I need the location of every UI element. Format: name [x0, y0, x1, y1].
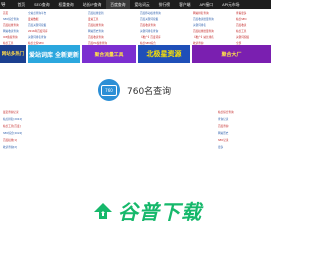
ad-banner[interactable]: 爱站词库 全新更新 [28, 45, 80, 63]
site-name[interactable]: 760名查询 [127, 84, 171, 97]
lower-column-left: 最近查询记录 站点排名[2024] 站长工具[百度] SEO综合[2024] 百度权重[… [3, 109, 22, 151]
nav-item[interactable]: 权重查询 [54, 0, 78, 9]
lower-links-area: 最近查询记录 站点排名[2024] 站长工具[百度] SEO综合[2024] 百度权重[… [0, 109, 271, 184]
nav-item[interactable]: 百度查询 [105, 0, 130, 9]
link-column: 网站排名查询 百度收录批量查询 关键词排名 百度权重批量查询 【推广】站长排名 收录查询 [193, 11, 214, 47]
nav-item[interactable]: 爱站词云 [130, 0, 154, 9]
lower-link[interactable]: 查询记录 [218, 116, 234, 123]
lower-link[interactable]: 最近查询记录 [3, 109, 22, 116]
ad-banner-text: 爱站词库 全新更新 [28, 51, 80, 59]
lower-link[interactable]: 百度权重[1] [3, 137, 22, 144]
nav-item[interactable]: 站长IP查询 [78, 0, 106, 9]
watermark-logo-icon [92, 200, 114, 222]
lower-link[interactable]: 站长工具[百度] [3, 123, 22, 130]
ad-banner-text: 聚合流量工具 [94, 52, 124, 58]
lower-link[interactable]: 收录查询[2] [3, 144, 22, 151]
link-column: 百度权重更新 爱站工具 百度权重查询 网站历史查询 百度收录查询 百度PC权重查询 [88, 11, 107, 47]
lower-link[interactable]: SEO记录 [218, 137, 234, 144]
site-header: 760 760名查询 [98, 79, 171, 101]
lower-link[interactable]: 百度查询 [218, 123, 234, 130]
link-column: 查看更多 站长SEO 百度收录 站长工具 关键词挖掘 全部 [236, 11, 249, 47]
ad-banner[interactable]: 聚合大厂 [192, 45, 271, 63]
link-column: 百度移动权重查询 百度关键词挖掘 百度收录查询 关键词排名查询 【推广】百度词库 站长SE… [140, 11, 161, 47]
watermark: 谷普下载 [92, 196, 202, 225]
ad-banner[interactable]: 北极星资源 [138, 45, 190, 63]
link-column: 全站点查询平台 爱站数据 百度关键词挖掘 2016年百度词库 关键词排名查询 站长之家SE… [28, 11, 48, 47]
top-nav-bar: 导 首页 SEO查询 权重查询 站长IP查询 百度查询 爱站词云 排行榜 客户端 API接口 AP… [0, 0, 271, 9]
nav-item[interactable]: SEO查询 [30, 0, 54, 9]
link-columns: 首页 SEO综合查询 百度权重查询 网站收录查询 ICP备案查询 站长工具 全站点查询平台爱… [0, 11, 271, 45]
ad-banner-text: 网站多热门 [1, 52, 25, 57]
lower-link[interactable]: SEO综合[2024] [3, 130, 22, 137]
ad-banner[interactable]: 聚合流量工具 [82, 45, 136, 63]
nav-item[interactable]: 首页 [13, 0, 30, 9]
site-logo-text: 760 [101, 84, 117, 96]
nav-item[interactable]: API元市场 [218, 0, 244, 9]
ad-banner-row: 网站多热门 爱站词库 全新更新 聚合流量工具 北极星资源 聚合大厂 [0, 45, 271, 63]
ad-banner-text: 北极星资源 [146, 50, 182, 58]
lower-link[interactable]: 站长综合查询 [218, 109, 234, 116]
lower-link[interactable]: 更多 [218, 144, 234, 151]
lower-column-right: 站长综合查询 查询记录 百度查询 网站历史 SEO记录 更多 [218, 109, 234, 151]
ad-banner-text: 聚合大厂 [221, 51, 242, 58]
lower-link[interactable]: 网站历史 [218, 130, 234, 137]
lower-link[interactable]: 站点排名[2024] [3, 116, 22, 123]
watermark-text: 谷普下载 [118, 200, 202, 224]
nav-item[interactable]: API接口 [195, 0, 218, 9]
nav-item[interactable]: 排行榜 [154, 0, 174, 9]
nav-item[interactable]: 客户端 [175, 0, 195, 9]
site-logo-mark[interactable]: 导 [1, 2, 13, 8]
link-column: 首页 SEO综合查询 百度权重查询 网站收录查询 ICP备案查询 站长工具 [3, 11, 19, 47]
site-logo-icon: 760 [98, 79, 120, 101]
ad-banner[interactable]: 网站多热门 [0, 45, 26, 63]
